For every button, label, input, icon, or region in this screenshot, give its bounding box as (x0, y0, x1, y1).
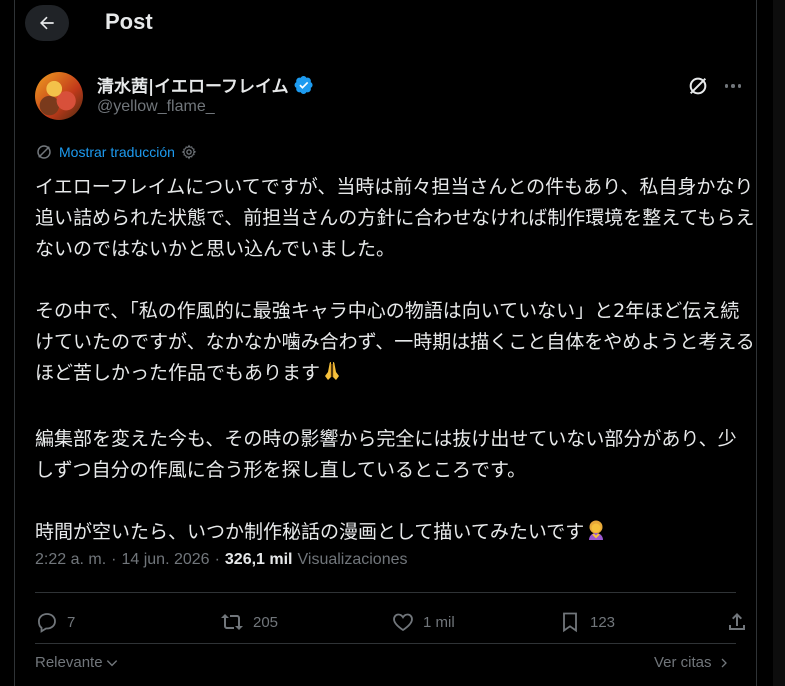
page-title: Post (105, 9, 153, 34)
share-button[interactable] (725, 610, 749, 634)
scrollbar[interactable] (773, 0, 785, 686)
header-bar: Post (15, 0, 756, 48)
share-icon (729, 613, 745, 630)
heart-icon (393, 613, 413, 632)
sort-replies-dropdown[interactable]: Relevante (35, 654, 119, 671)
like-button[interactable]: 1 mil (391, 610, 455, 634)
folded-hands-icon (320, 359, 344, 393)
reply-icon (37, 613, 56, 633)
view-quotes-label: Ver citas (654, 654, 712, 671)
post-paragraph: イエローフレイムについてですが、当時は前々担当さんとの件もあり、私自身かなり追い… (35, 176, 755, 260)
view-quotes-link[interactable]: Ver citas (654, 654, 730, 671)
person-bowing-icon (584, 518, 608, 552)
views-label: Visualizaciones (297, 551, 408, 568)
meta-separator: · (111, 551, 117, 568)
grok-button[interactable] (687, 75, 709, 97)
reply-count: 7 (67, 613, 76, 631)
chevron-right-icon (721, 658, 727, 667)
post-paragraph: 編集部を変えた今も、その時の影響から完全には抜け出せていない部分があり、少しずつ… (35, 428, 737, 481)
author-display-name[interactable]: 清水茜|イエローフレイム (97, 72, 289, 97)
bookmark-button[interactable]: 123 (558, 610, 615, 634)
repost-count: 205 (253, 613, 279, 631)
back-button[interactable] (25, 5, 69, 41)
repost-icon (221, 614, 243, 630)
post-text: イエローフレイムについてですが、当時は前々担当さんとの件もあり、私自身かなり追い… (35, 172, 755, 552)
verified-badge-icon (294, 75, 314, 95)
gear-icon[interactable] (181, 144, 197, 160)
post-meta: 2:22 a. m. · 14 jun. 2026 · 326,1 mil Vi… (35, 551, 408, 569)
post-paragraph: 時間が空いたら、いつか制作秘話の漫画として描いてみたいです (35, 521, 585, 543)
views-count: 326,1 mil (224, 551, 293, 568)
meta-separator: · (214, 551, 220, 568)
bookmark-icon (563, 612, 577, 633)
chevron-down-icon (106, 659, 117, 666)
sort-label: Relevante (35, 654, 103, 671)
divider (35, 592, 736, 593)
post-detail-column: Post 清水茜|イエローフレイム @yellow_flame_ Mostrar… (14, 0, 757, 686)
more-options-icon[interactable] (721, 74, 745, 98)
post-time[interactable]: 2:22 a. m. (35, 551, 106, 569)
author-handle[interactable]: @yellow_flame_ (97, 98, 215, 116)
grok-icon (689, 77, 707, 95)
post-paragraph: その中で、「私の作風的に最強キャラ中心の物語は向いていない」と2年ほど伝え続けて… (35, 300, 755, 384)
avatar[interactable] (35, 72, 83, 120)
like-count: 1 mil (423, 613, 455, 631)
show-translation-link[interactable]: Mostrar traducción (59, 144, 175, 160)
arrow-left-icon (40, 16, 54, 30)
divider (35, 643, 736, 644)
repost-button[interactable]: 205 (219, 610, 278, 634)
action-bar: 7 205 1 mil 123 (35, 610, 745, 640)
post-date[interactable]: 14 jun. 2026 (121, 551, 209, 569)
translate-icon (37, 145, 51, 159)
translate-row[interactable]: Mostrar traducción (35, 143, 197, 161)
bookmark-count: 123 (590, 613, 616, 631)
reply-button[interactable]: 7 (35, 610, 75, 634)
author-name-row[interactable]: 清水茜|イエローフレイム (97, 72, 314, 97)
